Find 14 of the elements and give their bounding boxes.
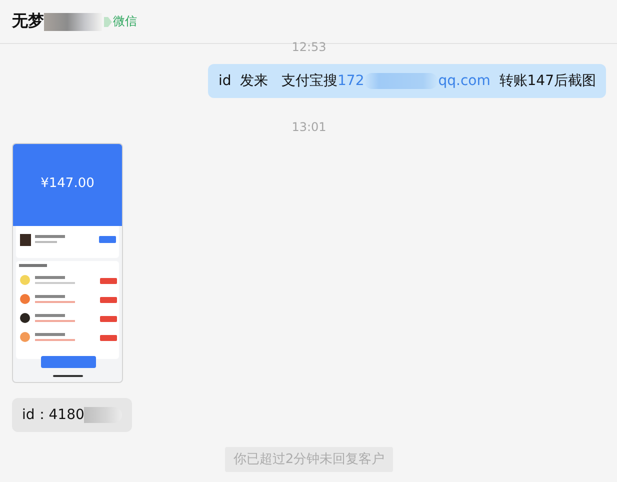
payment-screenshot[interactable]: ¥147.00 <box>12 143 123 383</box>
link[interactable]: qq.com <box>438 71 490 91</box>
message-text: id：4180 <box>22 406 84 425</box>
message-text: id 发来 支付宝搜 <box>218 72 338 91</box>
message-text: 无梦 <box>12 11 44 32</box>
redaction-blur <box>84 407 122 423</box>
amount-text: ¥147.00 <box>40 176 94 192</box>
system-notice: 你已超过2分钟未回复客户 <box>225 447 393 472</box>
link[interactable]: 172 <box>338 71 364 91</box>
source-label: 微信 <box>113 13 137 30</box>
timestamp: 12:53 <box>292 40 326 54</box>
redaction-blur <box>44 12 102 30</box>
message-text: 转账147后截图 <box>498 72 596 91</box>
timestamp: 13:01 <box>292 120 326 134</box>
